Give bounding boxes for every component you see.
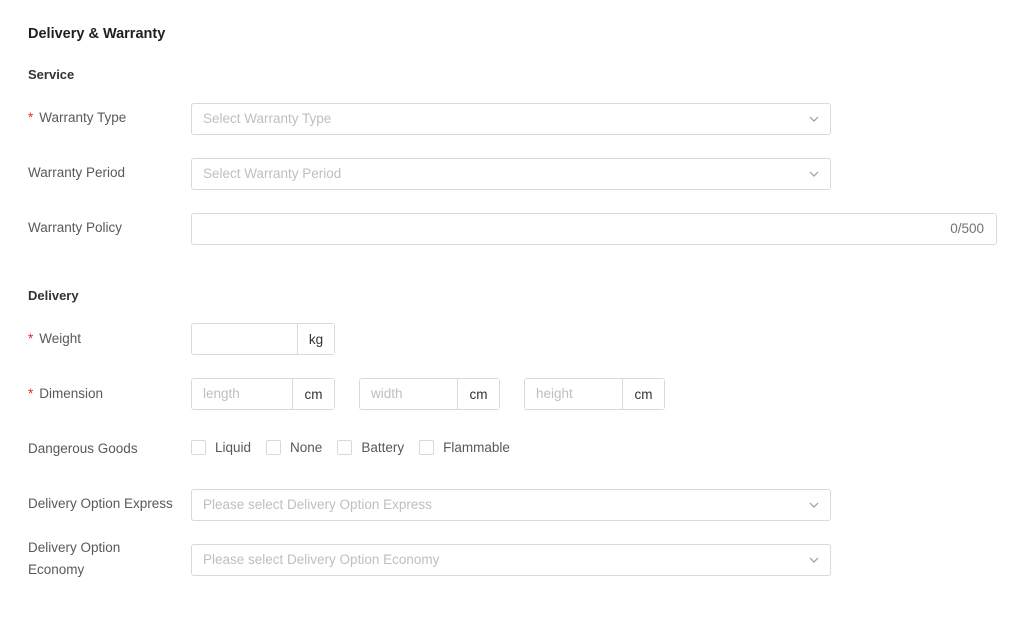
dimension-label: * Dimension bbox=[28, 383, 103, 405]
length-input[interactable]: length bbox=[192, 379, 292, 409]
warranty-policy-input[interactable]: 0/500 bbox=[191, 213, 997, 245]
weight-label-text: Weight bbox=[39, 331, 82, 346]
warranty-type-select[interactable]: Select Warranty Type bbox=[191, 103, 831, 135]
dangerous-goods-label: Dangerous Goods bbox=[28, 441, 138, 456]
chevron-down-icon bbox=[809, 557, 819, 563]
checkbox-label: Battery bbox=[361, 440, 405, 455]
checkbox-box[interactable] bbox=[419, 440, 435, 455]
warranty-period-placeholder: Select Warranty Period bbox=[203, 166, 342, 181]
delivery-economy-placeholder: Please select Delivery Option Economy bbox=[203, 552, 440, 567]
weight-label: * Weight bbox=[28, 328, 81, 350]
delivery-express-label: Delivery Option Express bbox=[28, 496, 173, 511]
delivery-economy-select[interactable]: Please select Delivery Option Economy bbox=[191, 544, 831, 576]
checkbox-box[interactable] bbox=[191, 440, 206, 455]
delivery-economy-label: Delivery Option Economy bbox=[28, 537, 120, 581]
checkbox-flammable[interactable]: Flammable bbox=[419, 440, 510, 455]
warranty-period-select[interactable]: Select Warranty Period bbox=[191, 158, 831, 190]
warranty-type-label: * Warranty Type bbox=[28, 107, 126, 129]
delivery-express-placeholder: Please select Delivery Option Express bbox=[203, 497, 432, 512]
weight-input[interactable] bbox=[192, 324, 297, 354]
chevron-down-icon bbox=[809, 502, 819, 508]
width-unit: cm bbox=[457, 379, 499, 409]
length-placeholder: length bbox=[203, 386, 240, 401]
dangerous-goods-options: Liquid None Battery Flammable bbox=[191, 440, 525, 455]
height-input-group: height cm bbox=[524, 378, 665, 410]
length-unit: cm bbox=[292, 379, 334, 409]
dimension-label-text: Dimension bbox=[39, 386, 104, 401]
checkbox-label: Flammable bbox=[443, 440, 510, 455]
warranty-type-label-text: Warranty Type bbox=[39, 110, 127, 125]
warranty-type-placeholder: Select Warranty Type bbox=[203, 111, 332, 126]
width-input[interactable]: width bbox=[360, 379, 457, 409]
length-input-group: length cm bbox=[191, 378, 335, 410]
checkbox-liquid[interactable]: Liquid bbox=[191, 440, 251, 455]
delivery-economy-label-line1: Delivery Option bbox=[28, 540, 121, 555]
checkbox-label: Liquid bbox=[215, 440, 252, 455]
height-unit: cm bbox=[622, 379, 664, 409]
checkbox-label: None bbox=[290, 440, 323, 455]
section-title: Delivery & Warranty bbox=[28, 26, 166, 42]
delivery-express-select[interactable]: Please select Delivery Option Express bbox=[191, 489, 831, 521]
height-placeholder: height bbox=[536, 386, 573, 401]
delivery-heading: Delivery bbox=[28, 288, 79, 303]
required-mark: * bbox=[28, 386, 34, 401]
warranty-policy-label: Warranty Policy bbox=[28, 220, 123, 235]
width-input-group: width cm bbox=[359, 378, 500, 410]
checkbox-none[interactable]: None bbox=[266, 440, 322, 455]
chevron-down-icon bbox=[809, 171, 819, 177]
chevron-down-icon bbox=[809, 116, 819, 122]
service-heading: Service bbox=[28, 67, 75, 82]
checkbox-battery[interactable]: Battery bbox=[337, 440, 404, 455]
weight-input-group: kg bbox=[191, 323, 335, 355]
required-mark: * bbox=[28, 331, 34, 346]
width-placeholder: width bbox=[371, 386, 403, 401]
warranty-period-label: Warranty Period bbox=[28, 165, 126, 180]
weight-unit: kg bbox=[297, 324, 334, 354]
height-input[interactable]: height bbox=[525, 379, 622, 409]
character-counter: 0/500 bbox=[950, 221, 984, 236]
delivery-economy-label-line2: Economy bbox=[28, 562, 85, 577]
required-mark: * bbox=[28, 110, 34, 125]
checkbox-box[interactable] bbox=[337, 440, 353, 455]
checkbox-box[interactable] bbox=[266, 440, 282, 455]
